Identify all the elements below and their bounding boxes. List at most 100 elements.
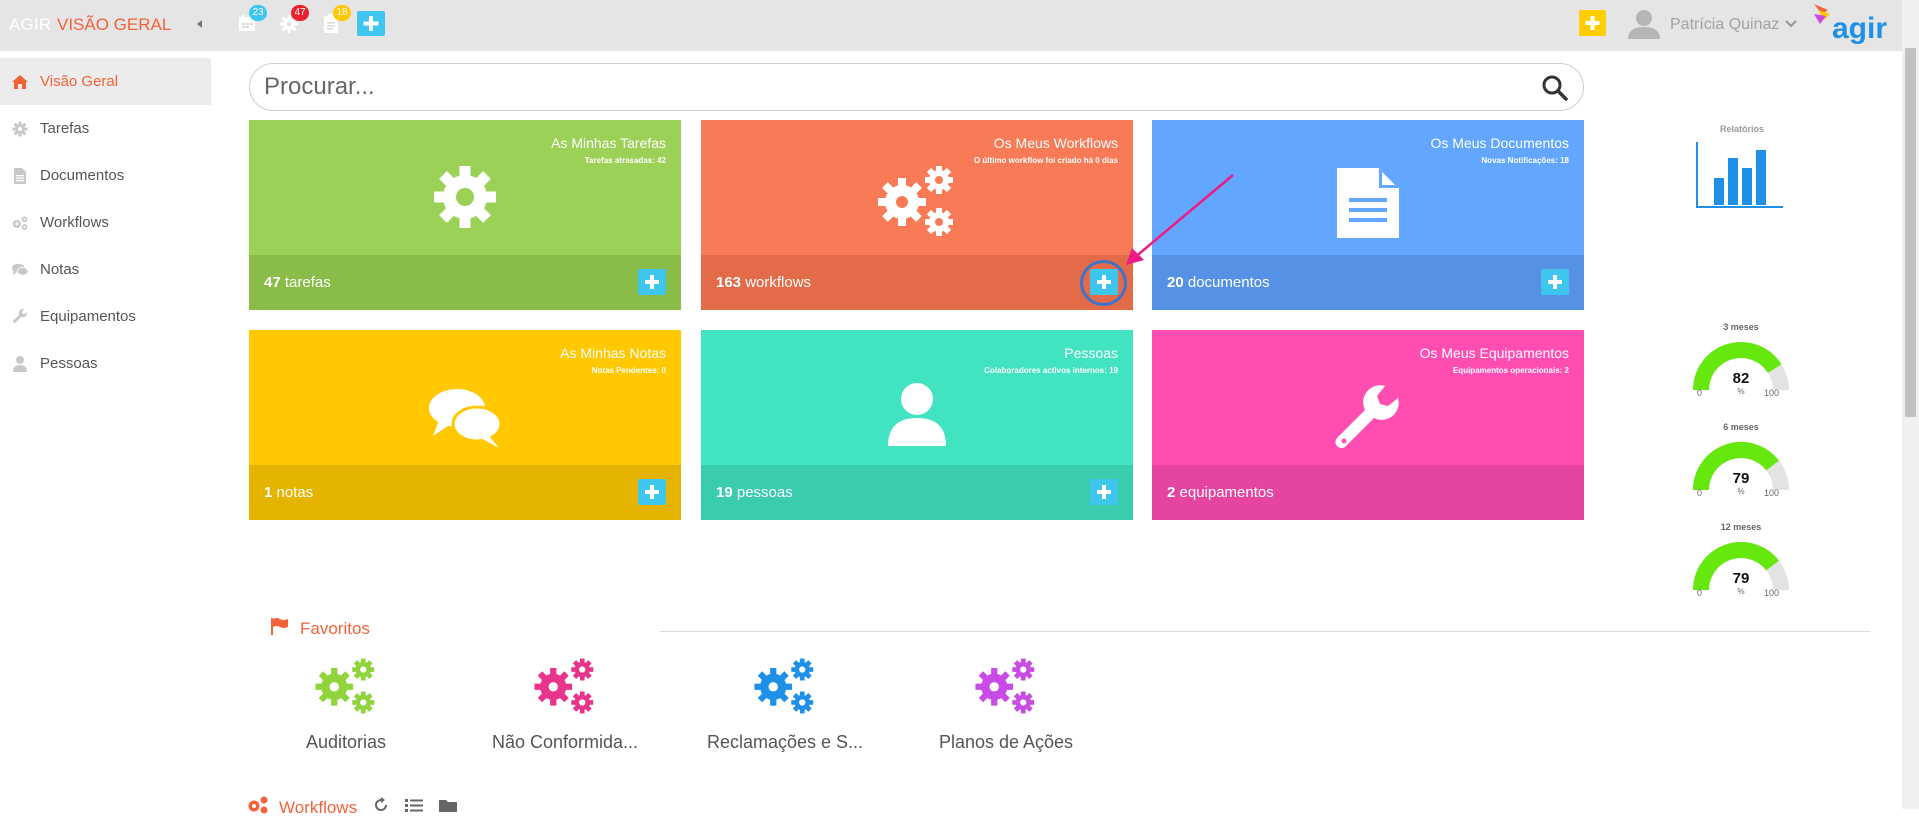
tile-footer: 163 workflows [701,255,1133,310]
tile-subtitle: Notas Pendentes: 0 [591,366,666,375]
gauge-6-meses: 6 meses 79 % 0 100 [1689,422,1793,522]
sidebar-item-pessoas[interactable]: Pessoas [0,340,211,387]
favorite-label: Planos de Ações [938,732,1074,752]
add-button[interactable] [357,11,385,36]
collapse-sidebar-icon[interactable] [193,16,207,32]
search-box [249,63,1584,111]
favorites-header: Favoritos [270,617,370,640]
favorite-label: Reclamações e S... [706,732,864,752]
tile-title: Os Meus Documentos [1430,135,1570,151]
favorite-reclamacoes[interactable]: Reclamações e S... [697,657,873,753]
gauge-title: 12 meses [1720,522,1762,532]
gear-icon [432,164,498,235]
gears-icon [258,657,434,720]
quick-add-button[interactable] [1579,10,1606,36]
sidebar-item-documentos[interactable]: Documentos [0,152,211,199]
tile-title: Os Meus Workflows [993,135,1118,151]
gears-icon [876,164,958,243]
avatar-icon [1626,7,1662,44]
gears-icon [697,657,873,720]
user-icon [11,355,29,373]
tile-title: Pessoas [1064,345,1118,361]
clipboard-icon[interactable]: 18 [320,5,351,34]
tile-subtitle: Novas Notificações: 18 [1481,156,1569,165]
tile-footer: 47 tarefas [249,255,681,310]
folder-icon[interactable] [439,797,458,818]
gears-icon [477,657,653,720]
add-pessoa-button[interactable] [1090,479,1118,505]
sidebar-item-label: Visão Geral [40,73,119,90]
gears-icon [247,795,269,820]
brand-label[interactable]: AGIR [9,15,51,35]
add-nota-button[interactable] [638,479,666,505]
wrench-icon [11,308,29,326]
tile-title: As Minhas Tarefas [551,135,666,151]
gauge-max: 100 [1763,388,1779,398]
favorite-nao-conformidades[interactable]: Não Conformida... [477,657,653,753]
clipboard-badge: 18 [333,5,351,21]
agir-logo: agir [1812,2,1892,48]
reports-title: Relatórios [1719,124,1764,134]
tile-footer: 2 equipamentos [1152,465,1584,520]
gauge-min: 0 [1697,488,1703,498]
settings-notifications-icon[interactable]: 47 [278,5,309,34]
favorites-title: Favoritos [300,618,370,638]
sidebar-item-tarefas[interactable]: Tarefas [0,105,211,152]
sidebar-item-workflows[interactable]: Workflows [0,199,211,246]
sidebar: Visão Geral Tarefas Documentos Workflows… [0,58,211,387]
calendar-badge: 23 [249,5,267,21]
tile-workflows[interactable]: Os Meus Workflows O último workflow foi … [701,120,1133,310]
user-menu[interactable]: Patrícia Quinaz [1626,7,1798,44]
tile-equipamentos[interactable]: Os Meus Equipamentos Equipamentos operac… [1152,330,1584,520]
tile-count: 19 pessoas [716,484,793,501]
gauge-3-meses: 3 meses 82 % 0 100 [1689,322,1793,422]
tile-count: 163 workflows [716,274,812,291]
tile-tarefas[interactable]: As Minhas Tarefas Tarefas atrasadas: 42 … [249,120,681,310]
tile-count: 1 notas [264,484,314,501]
tile-notas[interactable]: As Minhas Notas Notas Pendentes: 0 1 not… [249,330,681,520]
list-icon[interactable] [405,797,424,818]
sidebar-item-label: Documentos [40,167,125,184]
bar-chart-icon[interactable] [1695,140,1785,210]
favorite-planos-de-acoes[interactable]: Planos de Ações [918,657,1094,753]
add-workflow-button[interactable] [1090,269,1118,295]
gauge-max: 100 [1763,588,1779,598]
gauge-title: 6 meses [1723,422,1759,432]
workflows-section-header: Workflows [247,795,458,820]
search-input[interactable] [264,72,1514,102]
document-icon [1335,166,1401,245]
gauge-title: 3 meses [1723,322,1759,332]
sidebar-item-equipamentos[interactable]: Equipamentos [0,293,211,340]
favorite-auditorias[interactable]: Auditorias [258,657,434,753]
logo-text: agir [1832,12,1887,45]
calendar-icon[interactable]: 23 [236,5,267,34]
tile-title: Os Meus Equipamentos [1419,345,1569,361]
search-icon[interactable] [1541,74,1569,102]
gears-icon [918,657,1094,720]
refresh-icon[interactable] [373,797,389,818]
gauge-min: 0 [1697,388,1703,398]
favorite-label: Auditorias [305,732,387,752]
add-tarefa-button[interactable] [638,269,666,295]
tile-subtitle: Colaboradores activos internos: 19 [984,366,1118,375]
tile-count: 47 tarefas [264,274,331,291]
user-icon [886,382,948,453]
tile-footer: 19 pessoas [701,465,1133,520]
sidebar-item-label: Tarefas [40,120,90,137]
page-title: VISÃO GERAL [57,15,172,34]
workflows-section-title: Workflows [279,797,358,817]
sidebar-item-notas[interactable]: Notas [0,246,211,293]
scrollbar-thumb[interactable] [1905,48,1916,417]
tile-pessoas[interactable]: Pessoas Colaboradores activos internos: … [701,330,1133,520]
gauge-value: 82 [1732,370,1750,387]
add-documento-button[interactable] [1541,269,1569,295]
sidebar-item-visao-geral[interactable]: Visão Geral [0,58,211,105]
gauge-min: 0 [1697,588,1703,598]
gauge-value: 79 [1732,570,1750,587]
sidebar-item-label: Workflows [40,214,109,231]
document-icon [11,167,29,185]
sidebar-item-label: Pessoas [40,355,98,372]
flag-icon [270,617,290,640]
gauge-12-meses: 12 meses 79 % 0 100 [1689,522,1793,622]
tile-count: 20 documentos [1167,274,1270,291]
